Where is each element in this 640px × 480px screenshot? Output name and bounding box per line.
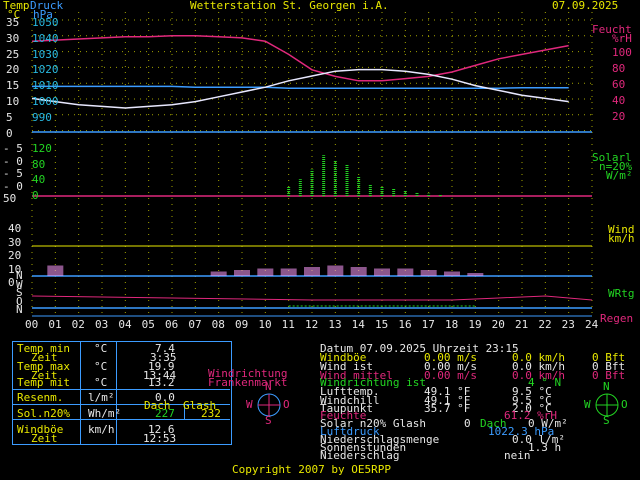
temp-tick-label: 35 xyxy=(6,16,20,29)
compass-mid-o: O xyxy=(283,398,290,411)
precip-value: nein xyxy=(504,449,531,462)
pressure-tick-label: 1040 xyxy=(32,31,59,45)
hour-tick-label: 08 xyxy=(211,318,225,331)
temp-tick-label: 20 xyxy=(6,63,20,77)
compass-mid-w: W xyxy=(246,398,253,411)
hour-tick-label: 21 xyxy=(515,318,529,331)
dewpoint-f: 35.7 °F xyxy=(424,402,471,415)
solar-left-tick-label: - 0 xyxy=(3,179,23,193)
rain-sum-unit: l/m² xyxy=(88,391,115,404)
solar-left-tick-label: - 0 xyxy=(3,154,23,168)
hour-tick-label: 18 xyxy=(445,318,459,331)
precip-label: Niederschlag xyxy=(320,449,400,462)
hour-tick-label: 23 xyxy=(561,318,575,331)
hour-tick-label: 10 xyxy=(258,318,272,331)
rain-sum-label: Resenm. xyxy=(17,391,64,404)
hour-tick-label: 19 xyxy=(468,318,482,331)
temp-mit-label: Temp mit xyxy=(17,376,70,389)
compass-right-w: W xyxy=(584,398,591,411)
hour-tick-label: 22 xyxy=(538,318,552,331)
solar-sum-unit: Wh/m² xyxy=(88,407,122,420)
temp-tick-label: 10 xyxy=(6,95,20,108)
hour-tick-label: 01 xyxy=(48,318,62,331)
compass-mid-s: S xyxy=(265,414,272,427)
wind-tick-label: 20 xyxy=(8,249,22,262)
temp-tick-label: 25 xyxy=(6,47,20,61)
temp-mit-value: 13.2 xyxy=(148,376,175,389)
compass-mid-n: N xyxy=(265,380,272,393)
hour-tick-label: 12 xyxy=(305,318,319,331)
hour-tick-label: 11 xyxy=(281,318,295,331)
hour-tick-label: 00 xyxy=(25,318,39,331)
pressure-tick-label: 1000 xyxy=(32,95,59,108)
copyright: Copyright 2007 by OE5RPP xyxy=(232,463,391,476)
solar-right-tick-label: 120 xyxy=(32,142,52,155)
hour-tick-label: 20 xyxy=(491,318,505,331)
hour-tick-label: 02 xyxy=(71,318,85,331)
pressure-tick-label: 1020 xyxy=(32,63,59,77)
compass-right-n: N xyxy=(603,380,610,393)
solar-sum-dach: 227 xyxy=(155,407,175,420)
hour-tick-label: 07 xyxy=(188,318,202,331)
solar-sum-label: Sol.n20% xyxy=(17,407,70,420)
humidity-tick-label: 60 xyxy=(612,78,626,91)
pressure-tick-label: 1010 xyxy=(32,79,59,93)
wind-tick-label: 0 xyxy=(8,276,15,289)
hour-tick-label: 17 xyxy=(421,318,435,331)
hour-tick-label: 09 xyxy=(235,318,249,331)
hour-tick-label: 06 xyxy=(165,318,179,331)
pressure-tick-label: 990 xyxy=(32,110,52,124)
temp-tick-label: 5 xyxy=(6,110,13,124)
gust-zeit-label: Zeit xyxy=(31,432,58,445)
hour-tick-label: 04 xyxy=(118,318,132,331)
solar-left-tick-label: - 5 xyxy=(3,167,23,180)
solar-left-tick-label: - 5 xyxy=(3,142,23,155)
temp-tick-label: 0 xyxy=(6,126,13,140)
hour-tick-label: 24 xyxy=(585,318,599,331)
hour-tick-label: 15 xyxy=(375,318,389,331)
temp-tick-label: 15 xyxy=(6,79,20,93)
temp-tick-label: 30 xyxy=(6,31,20,45)
temp-mit-unit: °C xyxy=(94,376,108,389)
solar-now-glash: 0 xyxy=(464,417,471,430)
wind-tick-label: 30 xyxy=(8,235,22,249)
hour-tick-label: 13 xyxy=(328,318,342,331)
humidity-tick-label: 80 xyxy=(612,62,626,75)
solar-right-tick-label: 0 xyxy=(32,188,39,202)
compass-right-o: O xyxy=(621,398,628,411)
compass-right-s: S xyxy=(603,414,610,427)
solar-left-tick-label: 50 xyxy=(3,192,17,205)
temp-min-unit: °C xyxy=(94,342,108,355)
wind-mean-ms: 0.00 m/s xyxy=(424,369,477,382)
wind-tick-label: 40 xyxy=(8,222,22,235)
humidity-tick-label: 40 xyxy=(612,94,626,107)
hour-tick-label: 14 xyxy=(351,318,365,331)
humidity-tick-label: 20 xyxy=(612,110,626,123)
pressure-tick-label: 1030 xyxy=(32,47,59,61)
temp-max-unit: °C xyxy=(94,360,108,373)
weather-screen: { "header": { "title": "Wetterstation St… xyxy=(0,0,640,480)
hour-tick-label: 03 xyxy=(95,318,109,331)
hour-tick-label: 16 xyxy=(398,318,412,331)
sunhours-value: 1.3 h xyxy=(528,441,562,454)
compass-title-2: Frankenmarkt xyxy=(208,376,288,389)
gust-unit: km/h xyxy=(88,423,115,436)
hour-tick-label: 05 xyxy=(141,318,155,331)
solar-right-tick-label: 80 xyxy=(32,157,46,171)
solar-right-tick-label: 40 xyxy=(32,173,46,186)
pressure-tick-label: 1050 xyxy=(32,16,59,29)
dir-tick-label: N xyxy=(16,303,23,316)
gust-zeit: 12:53 xyxy=(143,432,177,445)
humidity-tick-label: 100 xyxy=(612,46,632,59)
solar-sum-glash: 232 xyxy=(201,407,221,420)
